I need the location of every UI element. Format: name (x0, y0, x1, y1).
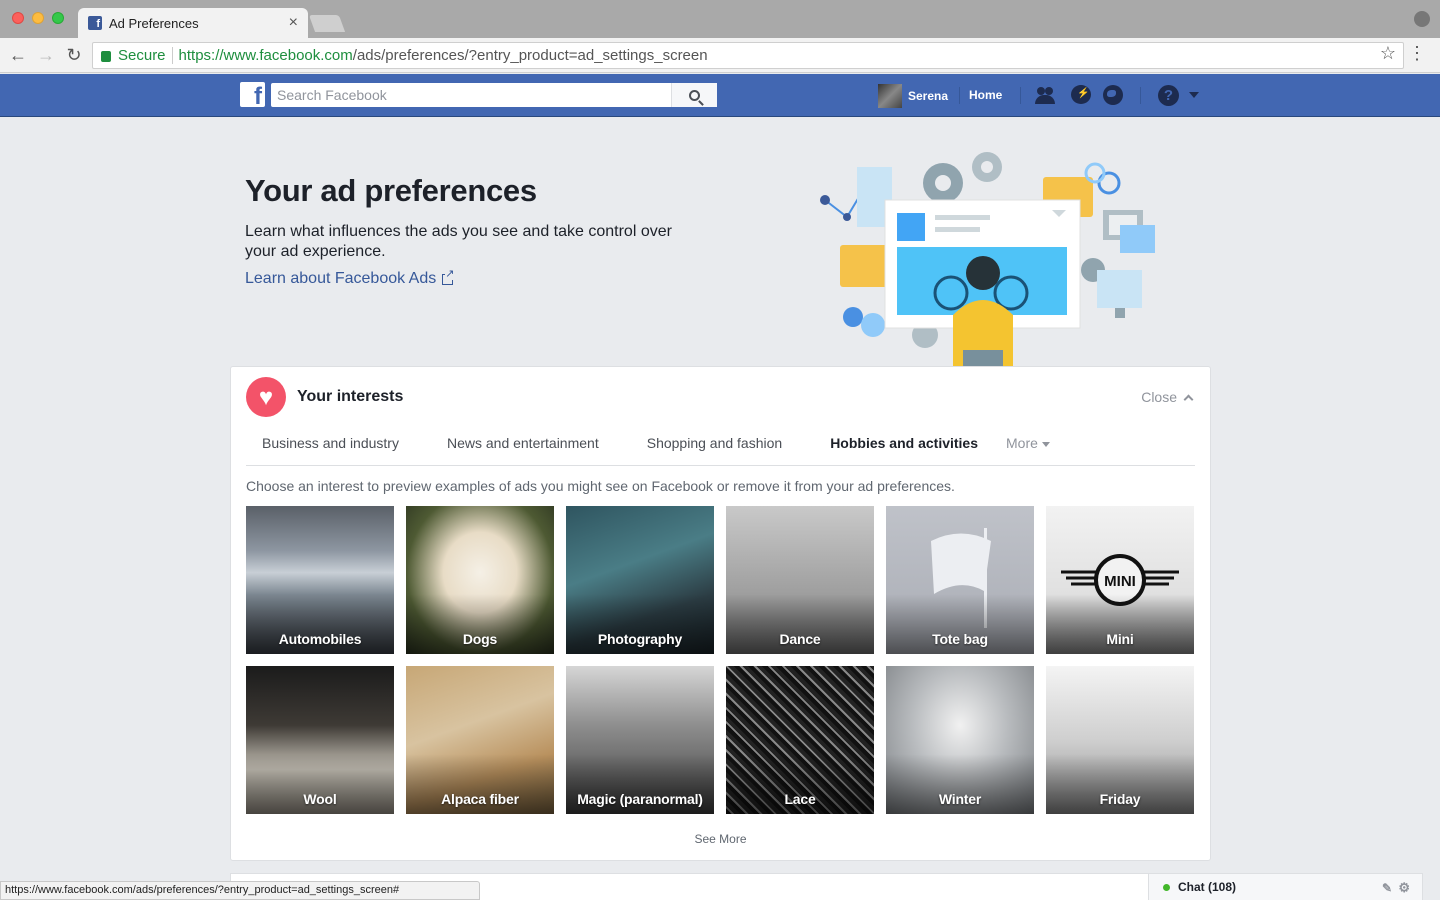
interest-label: Mini (1106, 631, 1134, 647)
interest-label: Magic (paranormal) (577, 791, 703, 807)
home-link[interactable]: Home (969, 88, 1002, 102)
learn-about-ads-label: Learn about Facebook Ads (245, 270, 437, 287)
user-name: Serena (908, 89, 949, 103)
bookmark-star-icon[interactable]: ☆ (1380, 43, 1396, 64)
avatar (878, 84, 902, 108)
account-menu-caret-icon[interactable] (1189, 92, 1199, 98)
interests-card: ♥ Your interests Close Business and indu… (230, 366, 1211, 861)
notifications-globe-icon[interactable] (1103, 85, 1123, 105)
interest-label: Winter (938, 791, 982, 807)
interest-tile-tote-bag[interactable]: Tote bag (886, 506, 1034, 654)
header-divider (1140, 87, 1141, 104)
learn-about-ads-link[interactable]: Learn about Facebook Ads (245, 268, 455, 288)
gear-icon[interactable]: ⚙ (1398, 880, 1410, 896)
caret-down-icon (1041, 442, 1050, 447)
interest-label: Wool (303, 791, 337, 807)
address-bar[interactable]: Secure https://www.facebook.com /ads/pre… (92, 42, 1404, 69)
tab-shopping-and-fashion[interactable]: Shopping and fashion (631, 435, 782, 465)
ad-preferences-illustration (820, 152, 1155, 367)
chat-label: Chat (108) (1178, 880, 1237, 894)
friend-requests-icon[interactable] (1035, 85, 1057, 105)
interest-label: Lace (784, 791, 816, 807)
new-message-icon[interactable]: ✎ (1382, 881, 1392, 895)
tab-news-and-entertainment[interactable]: News and entertainment (431, 435, 599, 465)
browser-tab[interactable]: f Ad Preferences × (78, 8, 308, 38)
facebook-logo-icon[interactable]: f (240, 82, 265, 107)
close-section-button[interactable]: Close (1141, 389, 1194, 405)
secure-label: Secure (118, 47, 166, 64)
header-divider (959, 87, 960, 104)
browser-menu-icon[interactable]: ⋮ (1408, 43, 1426, 64)
more-label: More (1006, 435, 1038, 451)
interest-tile-automobiles[interactable]: Automobiles (246, 506, 394, 654)
messenger-icon[interactable] (1071, 85, 1091, 104)
interest-label: Alpaca fiber (441, 791, 519, 807)
interest-tile-wool[interactable]: Wool (246, 666, 394, 814)
interest-label: Automobiles (278, 631, 362, 647)
browser-profile-icon[interactable] (1414, 11, 1430, 27)
new-tab-button[interactable] (308, 15, 346, 32)
url-divider (171, 47, 173, 64)
lock-icon (101, 51, 111, 62)
facebook-header: f Serena Home ? (0, 74, 1440, 117)
interest-label: Dance (779, 631, 821, 647)
tab-business-and-industry[interactable]: Business and industry (246, 435, 399, 465)
tab-hobbies-and-activities[interactable]: Hobbies and activities (814, 435, 978, 465)
interest-tile-dogs[interactable]: Dogs (406, 506, 554, 654)
facebook-favicon-icon: f (88, 16, 102, 30)
search-button[interactable] (671, 83, 717, 107)
close-window-button[interactable] (12, 12, 24, 24)
interest-tile-friday[interactable]: Friday (1046, 666, 1194, 814)
interest-tile-mini[interactable]: MINI Mini (1046, 506, 1194, 654)
interest-category-tabs: Business and industry News and entertain… (246, 435, 1195, 466)
interest-label: Photography (597, 631, 683, 647)
status-bar-url: https://www.facebook.com/ads/preferences… (0, 881, 480, 900)
interests-heart-badge: ♥ (246, 377, 286, 417)
external-link-icon (442, 268, 455, 285)
facebook-search (271, 83, 717, 107)
back-arrow-icon[interactable]: ← (7, 44, 29, 66)
interests-instructions: Choose an interest to preview examples o… (246, 478, 955, 494)
url-host: https://www.facebook.com (178, 47, 353, 64)
maximize-window-button[interactable] (52, 12, 64, 24)
profile-link[interactable]: Serena (878, 84, 948, 108)
chevron-up-icon (1183, 394, 1194, 404)
interest-tile-lace[interactable]: Lace (726, 666, 874, 814)
tab-more[interactable]: More (1006, 435, 1050, 465)
svg-text:MINI: MINI (1104, 573, 1136, 590)
interest-tile-alpaca-fiber[interactable]: Alpaca fiber (406, 666, 554, 814)
interest-tile-photography[interactable]: Photography (566, 506, 714, 654)
url-path: /ads/preferences/?entry_product=ad_setti… (352, 47, 708, 64)
interest-label: Dogs (462, 631, 498, 647)
interest-label: Friday (1099, 791, 1141, 807)
browser-toolbar: ← → ↻ Secure https://www.facebook.com /a… (0, 38, 1440, 73)
interests-grid: Automobiles Dogs Photography Dance Tote … (246, 506, 1196, 814)
see-more-link[interactable]: See More (231, 832, 1210, 846)
interest-tile-magic-paranormal[interactable]: Magic (paranormal) (566, 666, 714, 814)
interest-label: Tote bag (932, 631, 988, 647)
page-description: Learn what influences the ads you see an… (245, 223, 672, 260)
online-status-icon (1163, 883, 1170, 891)
browser-tab-bar: f Ad Preferences × (0, 0, 1440, 38)
search-icon (689, 89, 700, 101)
search-input[interactable] (271, 83, 671, 107)
header-divider (1020, 87, 1021, 104)
page-title: Your ad preferences (245, 173, 537, 208)
interest-tile-dance[interactable]: Dance (726, 506, 874, 654)
interests-title: Your interests (297, 388, 404, 405)
close-label: Close (1141, 389, 1177, 405)
tab-close-icon[interactable]: × (289, 14, 298, 32)
reload-icon[interactable]: ↻ (63, 44, 85, 66)
heart-icon: ♥ (258, 384, 274, 411)
minimize-window-button[interactable] (32, 12, 44, 24)
help-icon[interactable]: ? (1158, 85, 1179, 106)
forward-arrow-icon[interactable]: → (35, 44, 57, 66)
interest-tile-winter[interactable]: Winter (886, 666, 1034, 814)
chat-bar[interactable]: Chat (108) ✎ ⚙ (1148, 873, 1423, 900)
tab-title: Ad Preferences (109, 15, 199, 31)
